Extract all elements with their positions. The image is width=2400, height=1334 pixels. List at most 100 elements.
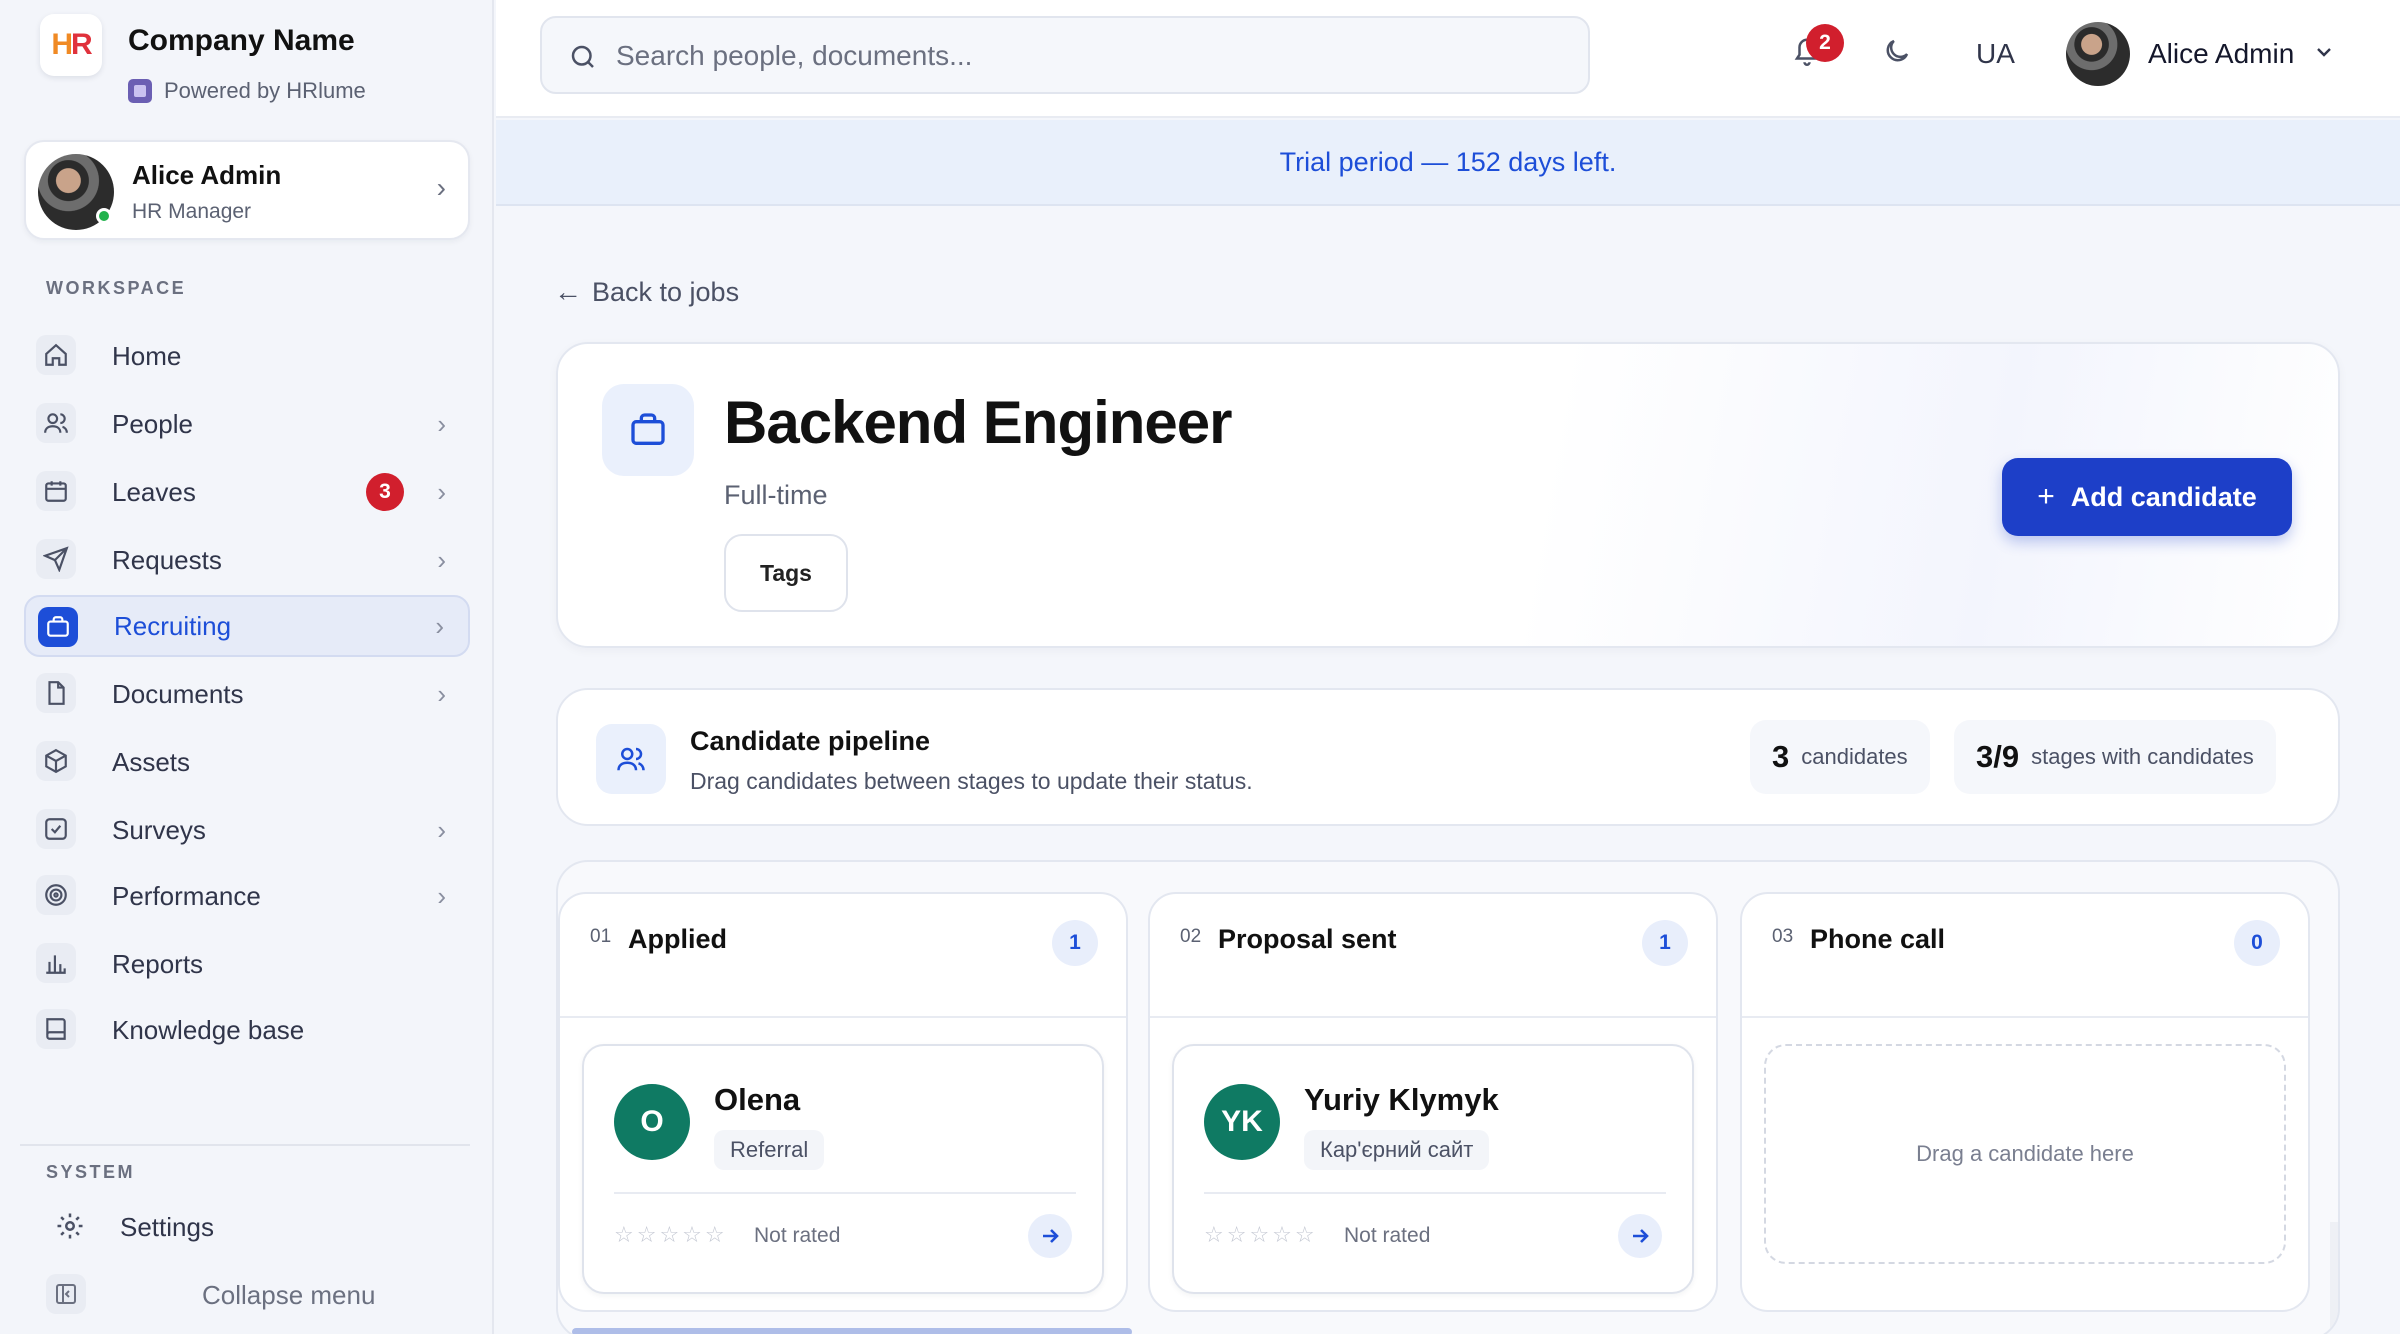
sidebar-item-label: Performance: [112, 880, 261, 911]
star-rating-icon[interactable]: ☆☆☆☆☆: [614, 1222, 728, 1248]
target-icon: [36, 875, 76, 915]
add-candidate-label: Add candidate: [2070, 481, 2257, 512]
arrow-right-icon: [1043, 1229, 1059, 1243]
chevron-right-icon: ›: [436, 172, 446, 203]
open-candidate-button[interactable]: [1618, 1214, 1662, 1258]
pipeline-title: Candidate pipeline: [690, 726, 931, 756]
candidate-card[interactable]: O Olena Referral ☆☆☆☆☆ Not rated: [582, 1044, 1104, 1294]
workspace-section-label: WORKSPACE: [46, 278, 187, 298]
stage-column-proposal-sent[interactable]: 02 Proposal sent 1 YK Yuriy Klymyk Кар'є…: [1148, 892, 1718, 1312]
sidebar-divider: [20, 1144, 470, 1146]
vertical-scrollbar[interactable]: [2330, 1222, 2338, 1334]
sidebar-item-label: Documents: [112, 678, 244, 709]
stage-count-badge: 0: [2234, 920, 2280, 966]
search-bar[interactable]: [540, 16, 1590, 94]
sidebar-item-requests[interactable]: Requests ›: [24, 529, 470, 591]
sidebar-item-reports[interactable]: Reports: [24, 933, 470, 995]
home-icon: [36, 335, 76, 375]
star-rating-icon[interactable]: ☆☆☆☆☆: [1204, 1222, 1318, 1248]
sidebar-item-label: Assets: [112, 746, 191, 777]
system-section-label: SYSTEM: [46, 1162, 136, 1182]
collapse-menu-label: Collapse menu: [202, 1279, 376, 1310]
send-icon: [36, 539, 76, 579]
sidebar-item-settings[interactable]: Settings: [24, 1196, 470, 1258]
people-icon: [36, 403, 76, 443]
plus-icon: +: [2037, 480, 2055, 513]
user-name: Alice Admin: [132, 160, 282, 190]
user-profile-card[interactable]: Alice Admin HR Manager ›: [24, 140, 470, 240]
sidebar-item-leaves[interactable]: Leaves 3 ›: [24, 461, 470, 523]
candidate-name: Olena: [714, 1082, 801, 1117]
candidate-dropzone[interactable]: Drag a candidate here: [1764, 1044, 2286, 1264]
sidebar-item-label: Requests: [112, 544, 222, 575]
chevron-right-icon: ›: [437, 408, 446, 439]
company-name: Company Name: [128, 24, 355, 57]
sidebar-item-label: People: [112, 408, 193, 439]
sidebar-item-recruiting[interactable]: Recruiting ›: [24, 595, 470, 657]
leaves-count-badge: 3: [366, 473, 404, 511]
people-icon: [596, 724, 666, 794]
pipeline-board: 01 Applied 1 O Olena Referral ☆☆☆☆☆ Not …: [556, 860, 2340, 1334]
brand-logo-r: R: [71, 28, 93, 61]
dark-mode-moon-icon[interactable]: [1882, 36, 1912, 71]
stages-count: 3/9: [1976, 739, 2020, 774]
candidate-avatar: YK: [1204, 1084, 1280, 1160]
notifications-count-badge: 2: [1806, 24, 1844, 62]
job-title: Backend Engineer: [724, 389, 1233, 456]
job-header-card: Backend Engineer Full-time Tags + Add ca…: [556, 342, 2340, 648]
candidate-source-badge: Кар'єрний сайт: [1304, 1130, 1490, 1170]
job-employment-type: Full-time: [724, 480, 828, 510]
back-to-jobs-link[interactable]: ← Back to jobs: [554, 276, 739, 308]
online-status-dot: [96, 208, 112, 224]
stage-number: 02: [1180, 926, 1202, 947]
powered-by: Powered by HRlume: [128, 78, 366, 104]
sidebar-item-knowledge-base[interactable]: Knowledge base: [24, 999, 470, 1061]
briefcase-icon: [602, 384, 694, 476]
sidebar-item-label: Leaves: [112, 476, 196, 507]
stage-column-header: 01 Applied 1: [560, 894, 1126, 1018]
stages-count-label: stages with candidates: [2031, 744, 2254, 769]
brand-logo[interactable]: HR: [40, 14, 102, 76]
arrow-left-icon: ←: [554, 276, 582, 307]
sidebar-item-surveys[interactable]: Surveys ›: [24, 799, 470, 861]
gear-icon: [50, 1206, 90, 1246]
stage-column-header: 03 Phone call 0: [1742, 894, 2308, 1018]
sidebar-item-people[interactable]: People ›: [24, 393, 470, 455]
pipeline-subtitle: Drag candidates between stages to update…: [690, 768, 1253, 794]
language-switcher[interactable]: UA: [1976, 38, 2015, 70]
candidates-count: 3: [1772, 739, 1790, 774]
search-input[interactable]: [616, 36, 1516, 76]
sidebar-item-assets[interactable]: Assets: [24, 731, 470, 793]
brand-logo-h: H: [51, 28, 73, 61]
horizontal-scrollbar[interactable]: [572, 1328, 1132, 1334]
sidebar-item-documents[interactable]: Documents ›: [24, 663, 470, 725]
add-candidate-button[interactable]: + Add candidate: [2002, 458, 2292, 536]
user-menu[interactable]: Alice Admin: [2066, 20, 2336, 88]
candidates-count-stat: 3 candidates: [1750, 720, 1930, 794]
candidate-card[interactable]: YK Yuriy Klymyk Кар'єрний сайт ☆☆☆☆☆ Not…: [1172, 1044, 1694, 1294]
sidebar-item-home[interactable]: Home: [24, 325, 470, 387]
stage-column-applied[interactable]: 01 Applied 1 O Olena Referral ☆☆☆☆☆ Not …: [558, 892, 1128, 1312]
hrlume-logo-icon: [128, 79, 152, 103]
sidebar-item-label: Surveys: [112, 814, 206, 845]
user-menu-name: Alice Admin: [2148, 38, 2295, 69]
brand[interactable]: HR Company Name: [40, 14, 355, 76]
tags-button[interactable]: Tags: [724, 534, 848, 612]
stage-column-header: 02 Proposal sent 1: [1150, 894, 1716, 1018]
stage-title: Applied: [628, 924, 727, 954]
chevron-right-icon: ›: [437, 880, 446, 911]
candidate-card-divider: [614, 1192, 1076, 1194]
collapse-menu-button[interactable]: Collapse menu: [24, 1264, 470, 1326]
stage-count-badge: 1: [1052, 920, 1098, 966]
sidebar-item-label: Settings: [120, 1211, 214, 1242]
stage-number: 01: [590, 926, 612, 947]
book-icon: [36, 1009, 76, 1049]
back-link-label: Back to jobs: [592, 276, 740, 307]
candidate-avatar: O: [614, 1084, 690, 1160]
top-bar: 2 UA Alice Admin: [496, 0, 2400, 118]
open-candidate-button[interactable]: [1028, 1214, 1072, 1258]
stages-count-stat: 3/9 stages with candidates: [1954, 720, 2276, 794]
stage-column-phone-call[interactable]: 03 Phone call 0 Drag a candidate here: [1740, 892, 2310, 1312]
rating-label: Not rated: [1344, 1224, 1431, 1247]
sidebar-item-performance[interactable]: Performance ›: [24, 865, 470, 927]
